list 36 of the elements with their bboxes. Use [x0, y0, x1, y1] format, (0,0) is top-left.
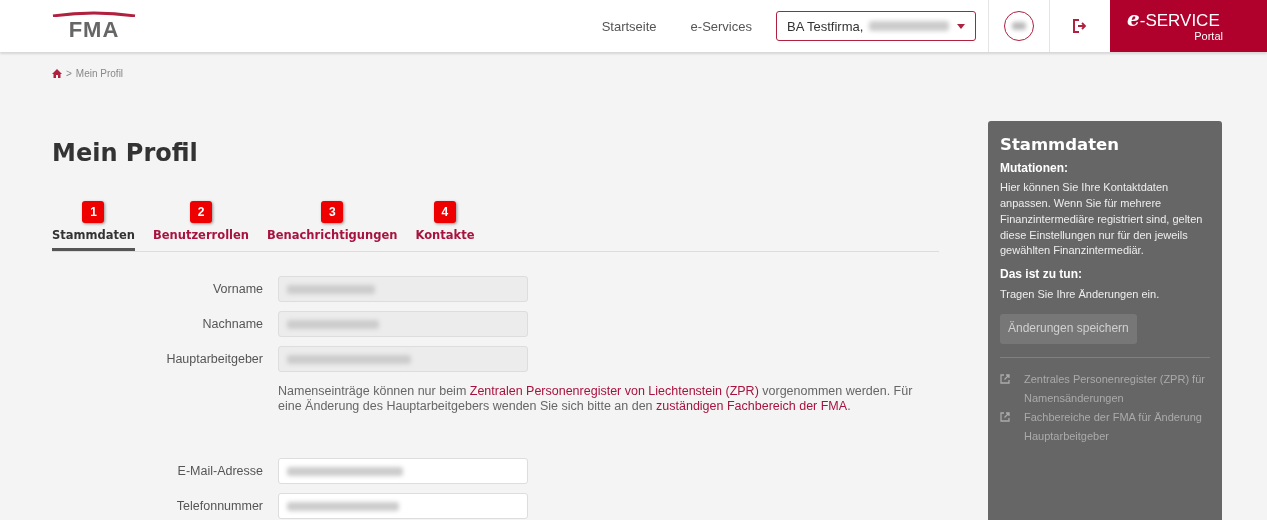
info-text: Namenseinträge können nur beim Zentralen Personenregister von Liechtenstein (ZPR) vorgenommen werden. Für eine Änderung des Hauptarbeitgebers wenden Sie sich bitte an den zuständigen Fachbereich der FMA.	[278, 384, 914, 414]
home-icon[interactable]	[52, 68, 62, 78]
section-text: Hier können Sie Ihre Kontaktdaten anpassen. Wenn Sie für mehrere Finanzintermediäre registriert sind, gelten diese Einstellungen nur für den jeweils gewählten Finanzintermediär.	[1000, 180, 1204, 259]
link[interactable]: Zentralen Personenregister von Liechtenstein (ZPR)	[469, 384, 759, 398]
caret-icon	[957, 23, 965, 29]
logo-arc-icon	[52, 11, 136, 17]
section-heading: Das ist zu tun:	[1000, 266, 1083, 283]
eservice-portal-logo[interactable]: e-SERVICE Portal	[1110, 0, 1267, 52]
tab[interactable]: Benachrichtigungen	[267, 228, 398, 242]
step-badge: 4	[433, 201, 456, 223]
step-badge: 1	[82, 201, 105, 223]
tab[interactable]: Stammdaten	[52, 228, 135, 242]
nav-link[interactable]: e-Services	[690, 18, 752, 34]
input-field[interactable]	[278, 458, 528, 484]
breadcrumb-separator: >	[66, 67, 72, 79]
nav-link[interactable]: Startseite	[601, 18, 657, 34]
logo[interactable]: FMA	[68, 19, 120, 41]
field-label: Vorname	[211, 282, 263, 296]
section-heading: Mutationen:	[1000, 160, 1069, 177]
step-badge: 3	[321, 201, 344, 223]
tab[interactable]: Kontakte	[415, 228, 475, 242]
section-text: Tragen Sie Ihre Änderungen ein.	[1000, 286, 1161, 302]
company-select[interactable]: BA Testfirma,	[776, 11, 976, 41]
field-label: Telefonnummer	[175, 499, 263, 513]
breadcrumb-item: Mein Profil	[75, 67, 124, 79]
external-link-icon	[1000, 412, 1010, 423]
external-link-icon	[1000, 374, 1010, 385]
input-field[interactable]	[278, 493, 528, 519]
field-label: Nachname	[201, 317, 263, 331]
step-badge: 2	[190, 201, 212, 223]
logout-icon[interactable]	[1073, 19, 1087, 33]
field-label: E-Mail-Adresse	[176, 464, 263, 478]
field-label: Hauptarbeitgeber	[165, 352, 263, 366]
page-title: Mein Profil	[52, 139, 199, 169]
panel-title: Stammdaten	[1000, 137, 1121, 153]
tab[interactable]: Benutzerrollen	[153, 228, 250, 242]
